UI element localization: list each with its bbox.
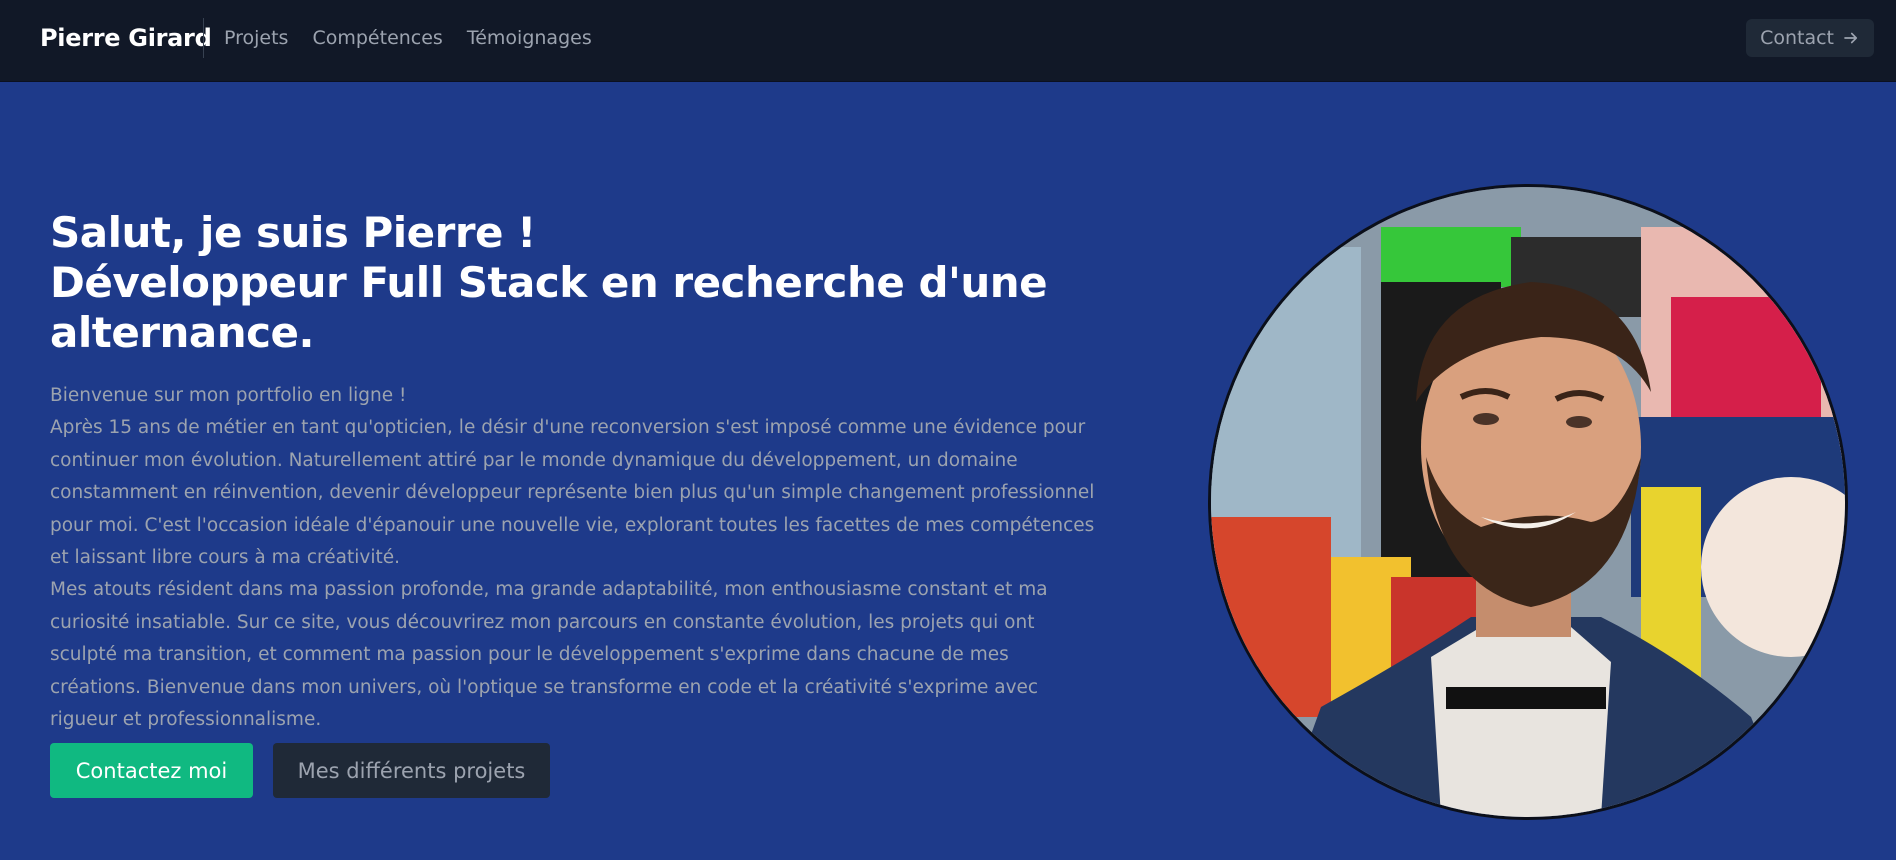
nav-links: Projets Compétences Témoignages bbox=[224, 27, 592, 49]
hero-paragraph: Mes atouts résident dans ma passion prof… bbox=[50, 579, 1048, 731]
hero-title-line: Développeur Full Stack en recherche d'un… bbox=[50, 258, 1048, 307]
top-navbar: Pierre Girard Projets Compétences Témoig… bbox=[0, 0, 1896, 82]
arrow-right-icon bbox=[1844, 32, 1858, 44]
hero-paragraph: Après 15 ans de métier en tant qu'optici… bbox=[50, 417, 1095, 569]
nav-link-temoignages[interactable]: Témoignages bbox=[467, 27, 592, 49]
hero-title-line: alternance. bbox=[50, 308, 315, 357]
contact-button[interactable]: Contact bbox=[1746, 19, 1874, 57]
contact-me-button[interactable]: Contactez moi bbox=[50, 743, 253, 798]
contact-button-label: Contact bbox=[1760, 27, 1834, 49]
profile-photo bbox=[1208, 184, 1848, 820]
hero-title-line: Salut, je suis Pierre ! bbox=[50, 208, 536, 257]
hero-paragraph: Bienvenue sur mon portfolio en ligne ! bbox=[50, 385, 407, 406]
hero-title: Salut, je suis Pierre ! Développeur Full… bbox=[50, 208, 1050, 358]
nav-divider bbox=[203, 18, 204, 58]
nav-link-projets[interactable]: Projets bbox=[224, 27, 288, 49]
projects-button[interactable]: Mes différents projets bbox=[273, 743, 550, 798]
brand-name[interactable]: Pierre Girard bbox=[40, 24, 212, 52]
nav-link-competences[interactable]: Compétences bbox=[312, 27, 442, 49]
hero-description: Bienvenue sur mon portfolio en ligne ! A… bbox=[50, 380, 1100, 736]
